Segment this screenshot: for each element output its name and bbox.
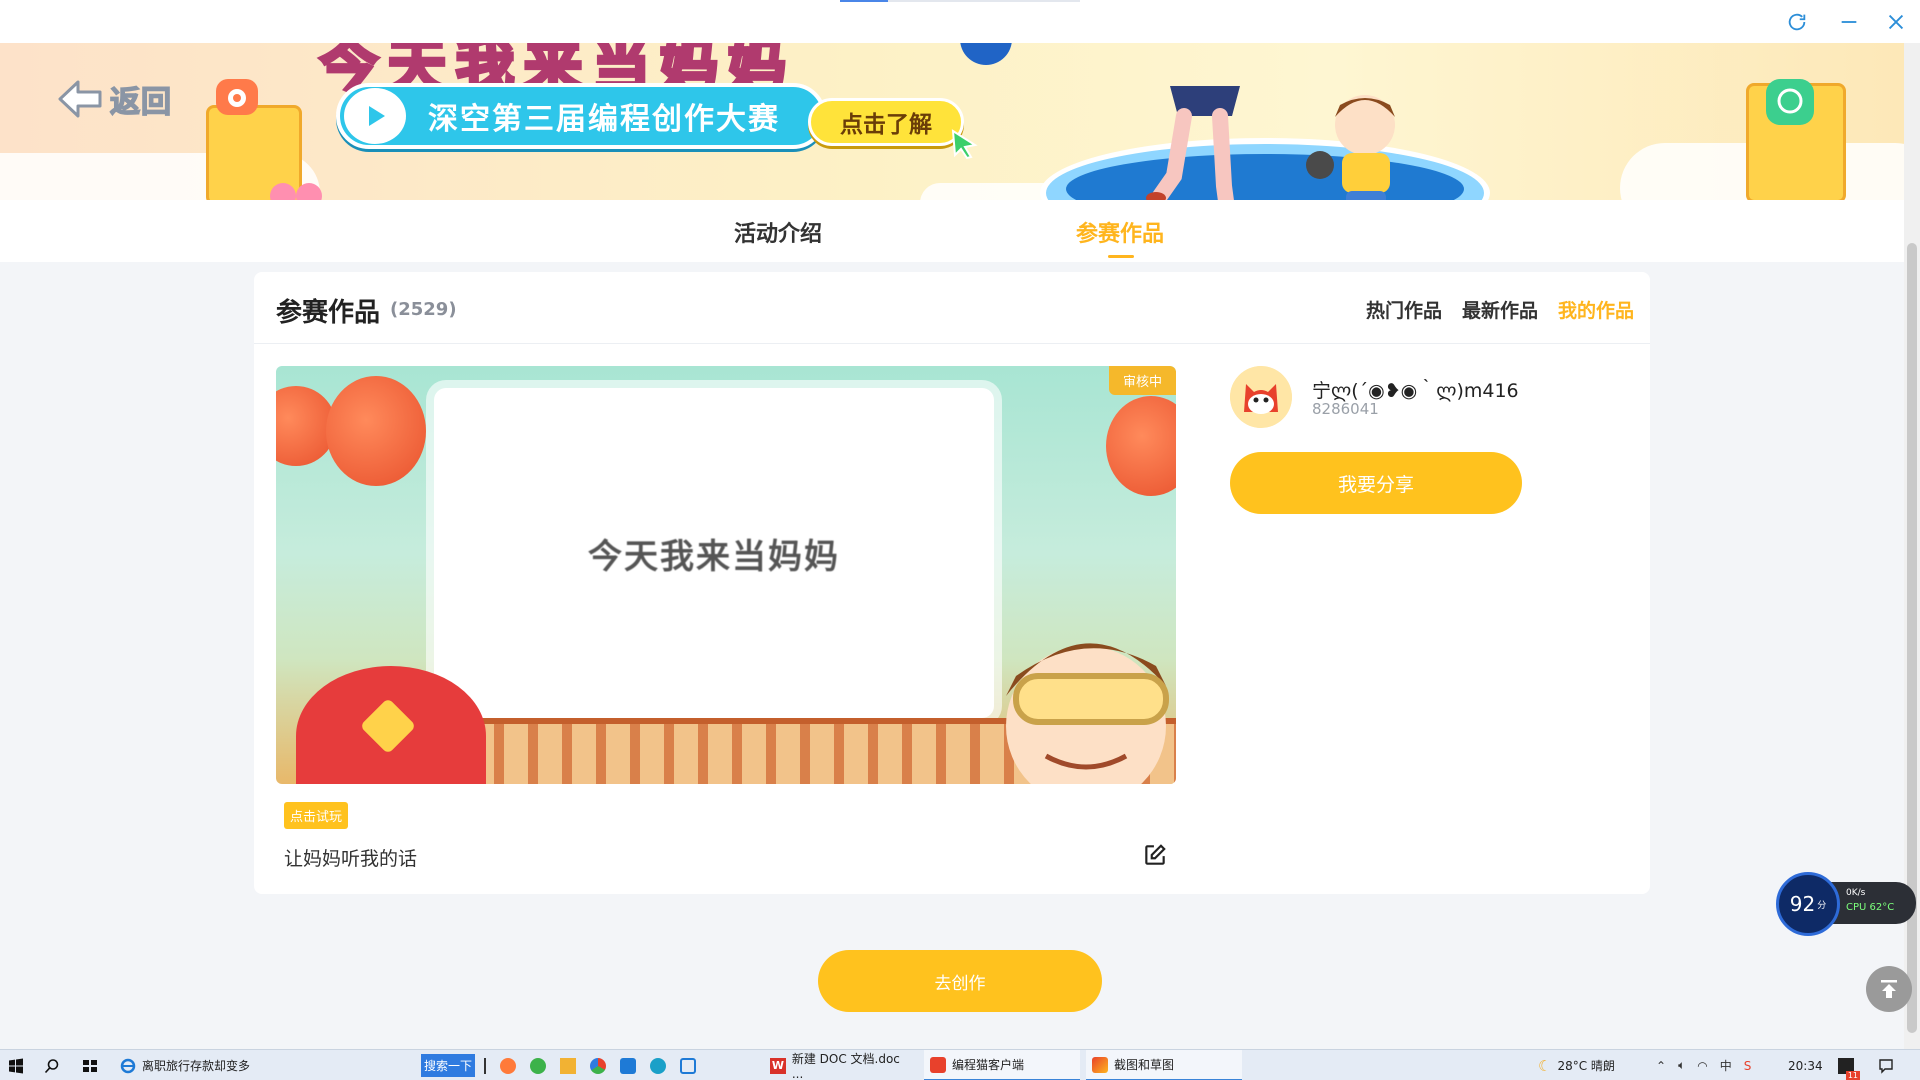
- refresh-icon[interactable]: [1782, 7, 1812, 37]
- works-count: (2529): [390, 299, 457, 320]
- try-play-tag[interactable]: 点击试玩: [284, 802, 349, 829]
- taskbar-item-label: 截图和草图: [1114, 1058, 1175, 1072]
- monitor-panel: 0K/s CPU 62°C: [1828, 882, 1916, 924]
- card-title: 参赛作品: [276, 298, 381, 328]
- close-icon[interactable]: [1881, 7, 1911, 37]
- contest-label: 深空第三届编程创作大赛: [428, 102, 780, 137]
- avatar[interactable]: [1230, 366, 1292, 428]
- mascot-decoration: [216, 79, 258, 115]
- network-speed: 0K/s: [1846, 888, 1866, 898]
- card-header: 参赛作品 (2529) 热门作品 最新作品 我的作品: [254, 272, 1650, 344]
- works-filter-group: 热门作品 最新作品 我的作品: [1366, 296, 1634, 323]
- score-unit: 分: [1817, 900, 1827, 911]
- loading-tab-indicator: [840, 0, 1080, 2]
- edit-icon[interactable]: [1142, 842, 1168, 868]
- snip-icon: [1092, 1056, 1108, 1073]
- pinned-apps: [484, 1050, 696, 1080]
- system-monitor-widget[interactable]: 0K/s CPU 62°C 92 分: [1776, 872, 1916, 936]
- back-label: 返回: [109, 84, 172, 121]
- lantern-decoration: [326, 376, 426, 486]
- tab-contest-works[interactable]: 参赛作品: [1076, 216, 1164, 258]
- taskbar-item-label: 新建 DOC 文档.doc ...: [791, 1052, 900, 1080]
- edge-icon[interactable]: [650, 1057, 666, 1074]
- notification-badge: 11: [1845, 1070, 1860, 1080]
- system-tray: ⌃ 🔈︎ ◠ 中 S: [1656, 1050, 1751, 1080]
- notification-app-icon[interactable]: 11: [1838, 1050, 1860, 1080]
- score-dial: 92 分: [1776, 872, 1840, 936]
- character-legs-decoration: [1146, 86, 1240, 200]
- ie-icon: [120, 1058, 136, 1073]
- task-view-icon[interactable]: [82, 1050, 102, 1080]
- separator: [484, 1057, 486, 1074]
- arrow-up-icon: [1881, 980, 1897, 998]
- taskbar: 离职旅行存款却变多 搜索一下 W 新建 DOC 文档.doc ... 编程猫客户…: [0, 1049, 1920, 1080]
- filter-hot-works[interactable]: 热门作品: [1366, 296, 1442, 323]
- works-card: 参赛作品 (2529) 热门作品 最新作品 我的作品 今天我来当妈妈 审核中 点…: [254, 272, 1650, 894]
- sogou-icon[interactable]: S: [1744, 1059, 1752, 1073]
- learn-more-button[interactable]: 点击了解: [808, 98, 978, 159]
- taskbar-item-label: 编程猫客户端: [952, 1058, 1025, 1072]
- play-icon: [344, 88, 406, 144]
- review-status-badge: 审核中: [1108, 366, 1176, 395]
- search-go-button[interactable]: 搜索一下: [421, 1054, 475, 1077]
- wps-icon: W: [770, 1057, 786, 1074]
- cpu-temperature: CPU 62°C: [1846, 902, 1895, 913]
- app-icon[interactable]: [680, 1057, 696, 1074]
- back-arrow-icon: [58, 80, 102, 118]
- filter-latest-works[interactable]: 最新作品: [1462, 296, 1538, 323]
- edge-legacy-icon[interactable]: [530, 1057, 546, 1074]
- work-title: 让妈妈听我的话: [284, 848, 418, 870]
- ime-icon[interactable]: 中: [1720, 1057, 1732, 1074]
- taskbar-item-label: 离职旅行存款却变多: [142, 1059, 251, 1073]
- author-id: 8286041: [1312, 400, 1379, 418]
- taskbar-item-ie[interactable]: 离职旅行存款却变多: [114, 1050, 256, 1080]
- pointer-cursor-icon: [951, 129, 978, 159]
- codemao-icon: [930, 1056, 946, 1073]
- chrome-icon[interactable]: [590, 1057, 606, 1074]
- volume-icon[interactable]: 🔈︎: [1678, 1058, 1685, 1073]
- contest-pill[interactable]: 深空第三届编程创作大赛: [336, 83, 826, 149]
- back-to-top-button[interactable]: [1866, 966, 1912, 1012]
- search-icon[interactable]: [44, 1050, 64, 1080]
- boy-character-decoration: [1006, 643, 1169, 784]
- moon-icon: ☾: [1538, 1056, 1552, 1075]
- windows-start-icon[interactable]: [8, 1050, 30, 1080]
- lantern-decoration: [1106, 396, 1176, 496]
- weather-text: 28°C 晴朗: [1557, 1059, 1615, 1073]
- share-button[interactable]: 我要分享: [1230, 452, 1522, 514]
- folder-icon[interactable]: [560, 1057, 576, 1074]
- minimize-icon[interactable]: [1834, 7, 1864, 37]
- author-name: 宁ლ(´◉❥◉｀ლ)m416: [1312, 380, 1519, 402]
- go-create-button[interactable]: 去创作: [818, 950, 1102, 1012]
- taskbar-item-codemao[interactable]: 编程猫客户端: [924, 1050, 1080, 1080]
- learn-more-label: 点击了解: [840, 112, 932, 138]
- wifi-icon[interactable]: ◠: [1697, 1059, 1707, 1073]
- chevron-up-icon[interactable]: ⌃: [1656, 1059, 1666, 1073]
- browser-app-icon[interactable]: [500, 1057, 516, 1074]
- clock-time: 20:34: [1788, 1058, 1823, 1073]
- game-screen-text: 今天我来当妈妈: [588, 536, 840, 577]
- taskbar-item-wps[interactable]: W 新建 DOC 文档.doc ...: [764, 1050, 920, 1080]
- window-titlebar: [0, 0, 1920, 43]
- kid-character-decoration: [1306, 95, 1395, 200]
- filter-my-works[interactable]: 我的作品: [1558, 296, 1634, 323]
- ball-decoration: [960, 43, 1012, 65]
- clock[interactable]: 20:34: [1788, 1050, 1823, 1080]
- action-center-icon[interactable]: [1878, 1050, 1894, 1080]
- contest-banner: 今天我来当妈妈 返回 深空第三届编程创作大赛 点击了解: [0, 43, 1904, 200]
- back-button[interactable]: 返回: [56, 76, 176, 122]
- weather-tray[interactable]: ☾ 28°C 晴朗: [1538, 1050, 1615, 1080]
- green-mascot-decoration: [1766, 79, 1814, 125]
- tab-bar: 活动介绍 参赛作品: [0, 200, 1904, 262]
- score-value: 92: [1789, 892, 1816, 916]
- app-icon[interactable]: [620, 1057, 636, 1074]
- work-thumbnail[interactable]: 今天我来当妈妈 审核中: [276, 366, 1176, 784]
- taskbar-item-snip[interactable]: 截图和草图: [1086, 1050, 1242, 1080]
- tab-activity-intro[interactable]: 活动介绍: [734, 216, 822, 248]
